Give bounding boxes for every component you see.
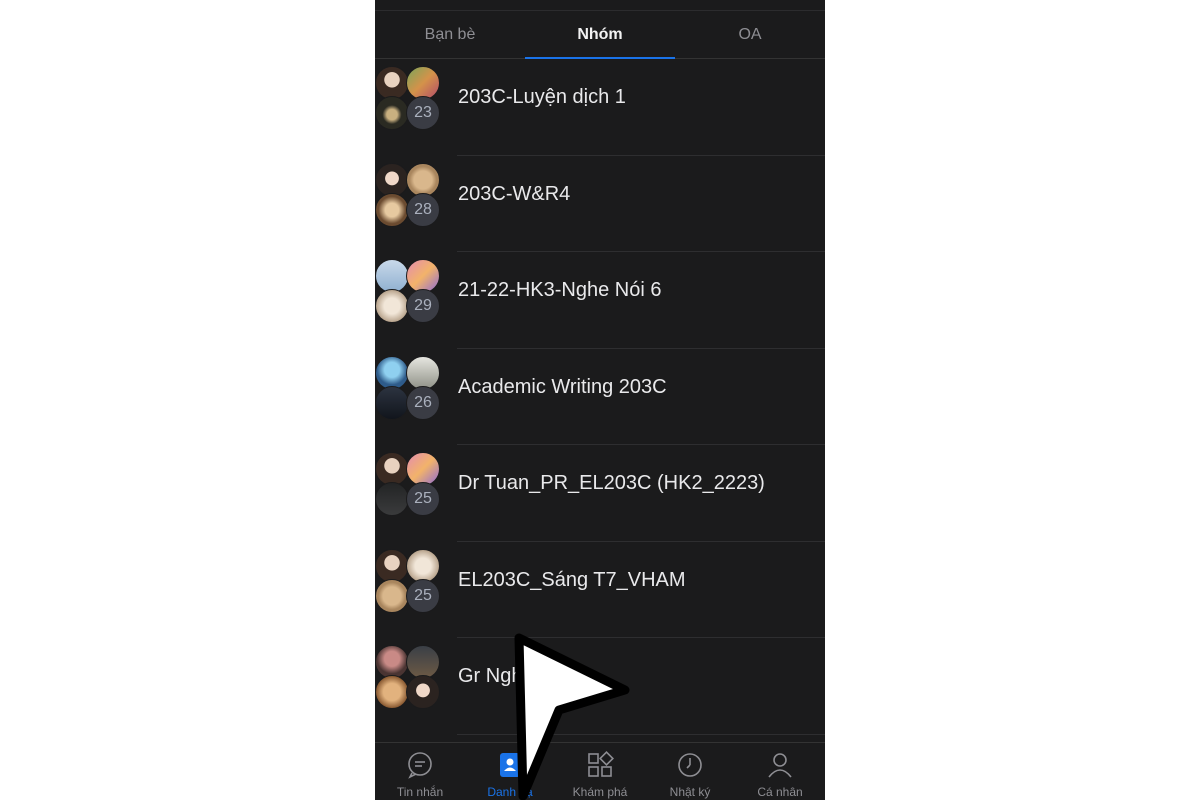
group-row[interactable]: 26 Academic Writing 203C bbox=[375, 349, 825, 446]
member-avatar bbox=[375, 289, 409, 323]
clock-icon bbox=[676, 751, 704, 779]
member-avatar bbox=[375, 96, 409, 130]
group-name: 203C-Luyện dịch 1 bbox=[458, 86, 626, 108]
group-row[interactable]: 25 EL203C_Sáng T7_VHAM bbox=[375, 542, 825, 639]
group-avatar: 26 bbox=[375, 355, 441, 422]
group-avatar: 25 bbox=[375, 548, 441, 615]
member-count-badge: 23 bbox=[406, 96, 440, 130]
grid-explore-icon bbox=[586, 751, 614, 779]
group-list: 23 203C-Luyện dịch 1 28 203C-W&R4 29 21-… bbox=[375, 59, 825, 742]
member-avatar bbox=[406, 675, 440, 709]
nav-label: Khám phá bbox=[572, 785, 628, 799]
group-avatar bbox=[375, 645, 441, 711]
group-name: Dr Tuan_PR_EL203C (HK2_2223) bbox=[458, 472, 765, 494]
group-name: Academic Writing 203C bbox=[458, 375, 667, 398]
nav-label: Tin nhắn bbox=[396, 785, 444, 799]
member-avatar bbox=[406, 162, 440, 197]
nav-label: Nhật ký bbox=[669, 785, 711, 799]
tab-friends[interactable]: Bạn bè bbox=[375, 11, 525, 58]
member-avatar bbox=[375, 162, 409, 197]
member-avatar bbox=[375, 192, 409, 227]
group-avatar: 25 bbox=[375, 452, 441, 518]
chat-bubble-icon bbox=[406, 751, 434, 779]
member-avatar bbox=[375, 355, 409, 390]
nav-profile[interactable]: Cá nhân bbox=[735, 743, 825, 800]
group-avatar: 28 bbox=[375, 162, 441, 229]
member-count-badge: 29 bbox=[406, 289, 440, 323]
group-name: 21-22-HK3-Nghe Nói 6 bbox=[458, 279, 662, 301]
member-avatar bbox=[406, 66, 440, 100]
group-row[interactable]: 28 203C-W&R4 bbox=[375, 156, 825, 253]
group-avatar: 23 bbox=[375, 66, 441, 132]
member-avatar bbox=[406, 355, 440, 390]
member-avatar bbox=[406, 452, 440, 486]
nav-contacts[interactable]: Danh bạ bbox=[465, 743, 555, 800]
member-avatar bbox=[375, 385, 409, 420]
group-name: Gr Nghe Nói 4 bbox=[458, 665, 586, 687]
group-row[interactable]: 25 Dr Tuan_PR_EL203C (HK2_2223) bbox=[375, 445, 825, 542]
member-avatar bbox=[375, 645, 409, 679]
phone-screen: Bạn bè Nhóm OA 23 203C-Luyện dịch 1 28 2… bbox=[375, 0, 825, 800]
nav-timeline[interactable]: Nhật ký bbox=[645, 743, 735, 800]
member-avatar bbox=[406, 645, 440, 679]
contacts-icon bbox=[496, 751, 524, 779]
nav-label: Cá nhân bbox=[757, 785, 803, 799]
group-row[interactable]: Gr Nghe Nói 4 bbox=[375, 638, 825, 735]
member-avatar bbox=[375, 675, 409, 709]
group-name: 203C-W&R4 bbox=[458, 182, 571, 205]
member-avatar bbox=[406, 548, 440, 583]
tab-oa[interactable]: OA bbox=[675, 11, 825, 58]
group-row[interactable]: 29 21-22-HK3-Nghe Nói 6 bbox=[375, 252, 825, 349]
member-count-badge: 25 bbox=[406, 578, 440, 613]
group-avatar: 29 bbox=[375, 259, 441, 325]
nav-label: Danh bạ bbox=[487, 785, 533, 799]
person-icon bbox=[766, 751, 794, 779]
top-edge bbox=[375, 0, 825, 11]
contacts-tabs: Bạn bè Nhóm OA bbox=[375, 11, 825, 59]
nav-messages[interactable]: Tin nhắn bbox=[375, 743, 465, 800]
member-avatar bbox=[375, 578, 409, 613]
group-name: EL203C_Sáng T7_VHAM bbox=[458, 568, 686, 591]
group-row[interactable]: 23 203C-Luyện dịch 1 bbox=[375, 59, 825, 156]
member-avatar bbox=[406, 259, 440, 293]
tab-groups[interactable]: Nhóm bbox=[525, 11, 675, 59]
member-avatar bbox=[375, 452, 409, 486]
member-avatar bbox=[375, 482, 409, 516]
member-avatar bbox=[375, 259, 409, 293]
bottom-nav: Tin nhắn Danh bạ Khám phá Nhật ký Cá nhâ… bbox=[375, 742, 825, 800]
member-count-badge: 26 bbox=[406, 385, 440, 420]
member-avatar bbox=[375, 66, 409, 100]
member-count-badge: 28 bbox=[406, 192, 440, 227]
nav-explore[interactable]: Khám phá bbox=[555, 743, 645, 800]
member-count-badge: 25 bbox=[406, 482, 440, 516]
member-avatar bbox=[375, 548, 409, 583]
